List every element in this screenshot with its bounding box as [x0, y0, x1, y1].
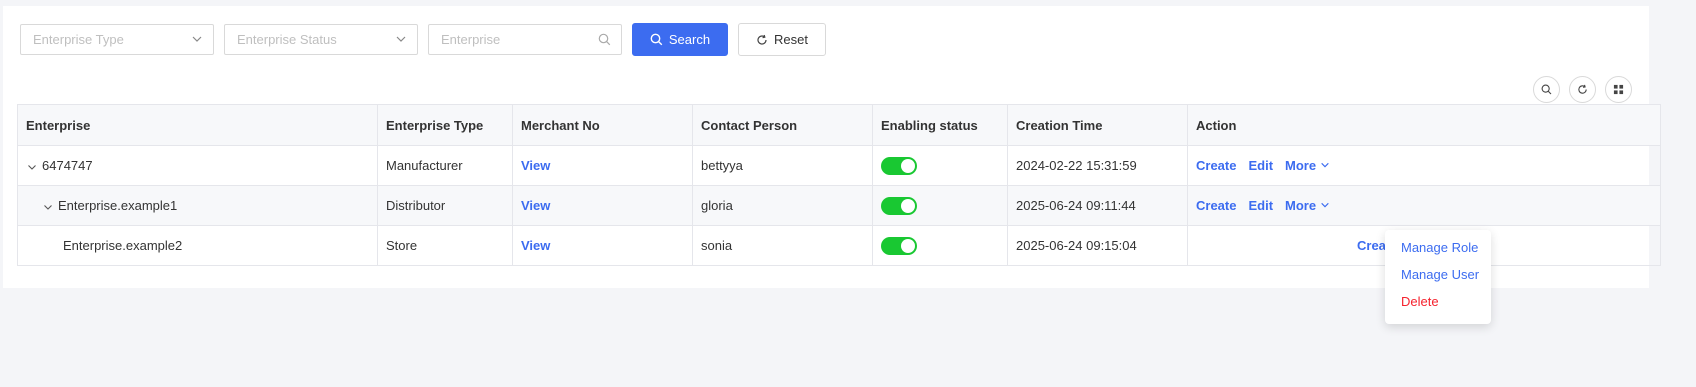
manage-user-menu-item[interactable]: Manage User [1385, 261, 1491, 288]
chevron-down-icon [1320, 202, 1329, 208]
create-link[interactable]: Crea [1357, 238, 1386, 253]
created-cell: 2025-06-24 09:11:44 [1007, 185, 1188, 226]
column-header-type: Enterprise Type [377, 104, 513, 146]
column-header-created: Creation Time [1007, 104, 1188, 146]
grid-icon [1613, 84, 1624, 95]
column-header-merchant: Merchant No [512, 104, 693, 146]
table-toolbar [1533, 76, 1632, 103]
more-dropdown-trigger[interactable]: More [1285, 158, 1330, 173]
search-icon [650, 33, 663, 46]
filter-bar: Enterprise Type Enterprise Status Enterp… [20, 23, 826, 56]
status-cell [872, 185, 1008, 226]
enterprise-type-cell: Distributor [377, 185, 513, 226]
enterprise-status-placeholder: Enterprise Status [237, 32, 337, 47]
action-cell: Create Edit More [1187, 145, 1661, 186]
chevron-down-icon [396, 36, 406, 42]
merchant-cell: View [512, 185, 693, 226]
enterprise-search-input[interactable]: Enterprise [428, 24, 622, 55]
reset-button-label: Reset [774, 32, 808, 47]
column-header-enterprise: Enterprise [17, 104, 378, 146]
enterprise-name: 6474747 [42, 158, 93, 173]
more-dropdown-menu: Manage Role Manage User Delete [1385, 230, 1491, 324]
delete-menu-item[interactable]: Delete [1385, 288, 1491, 315]
enterprise-name: Enterprise.example2 [63, 238, 183, 253]
enabling-status-toggle[interactable] [881, 156, 917, 175]
merchant-view-link[interactable]: View [521, 158, 550, 173]
edit-link[interactable]: Edit [1248, 198, 1273, 213]
action-cell: Create Edit More [1187, 185, 1661, 226]
enterprise-status-select[interactable]: Enterprise Status [224, 24, 418, 55]
merchant-cell: View [512, 145, 693, 186]
table-row: Enterprise.example1 Distributor View glo… [17, 185, 1661, 226]
refresh-icon [757, 34, 767, 45]
column-header-action: Action [1187, 104, 1661, 146]
contact-cell: gloria [692, 185, 873, 226]
enterprise-cell: 6474747 [17, 145, 378, 186]
toggle-search-button[interactable] [1533, 76, 1560, 103]
enabling-status-toggle[interactable] [881, 236, 917, 255]
enterprise-type-placeholder: Enterprise Type [33, 32, 124, 47]
edit-link[interactable]: Edit [1248, 158, 1273, 173]
contact-cell: sonia [692, 225, 873, 266]
chevron-down-icon [1320, 162, 1329, 168]
table-header-row: Enterprise Enterprise Type Merchant No C… [17, 104, 1661, 146]
enterprise-input-placeholder: Enterprise [441, 32, 501, 47]
search-button[interactable]: Search [632, 23, 728, 56]
enterprise-type-cell: Manufacturer [377, 145, 513, 186]
enterprise-type-select[interactable]: Enterprise Type [20, 24, 214, 55]
search-icon [598, 33, 611, 46]
chevron-down-icon [192, 36, 202, 42]
status-cell [872, 145, 1008, 186]
more-label: More [1285, 198, 1317, 213]
merchant-view-link[interactable]: View [521, 238, 550, 253]
column-settings-button[interactable] [1605, 76, 1632, 103]
more-label: More [1285, 158, 1317, 173]
more-dropdown-trigger[interactable]: More [1285, 198, 1330, 213]
merchant-view-link[interactable]: View [521, 198, 550, 213]
search-button-label: Search [668, 32, 711, 47]
column-header-status: Enabling status [872, 104, 1008, 146]
create-link[interactable]: Create [1196, 158, 1236, 173]
column-header-contact: Contact Person [692, 104, 873, 146]
enterprise-cell: Enterprise.example1 [17, 185, 378, 226]
create-link[interactable]: Create [1196, 198, 1236, 213]
created-cell: 2024-02-22 15:31:59 [1007, 145, 1188, 186]
status-cell [872, 225, 1008, 266]
chevron-down-icon[interactable] [26, 161, 38, 173]
table-row: 6474747 Manufacturer View bettyya 2024-0… [17, 145, 1661, 186]
chevron-down-icon[interactable] [42, 201, 54, 213]
merchant-cell: View [512, 225, 693, 266]
enterprise-cell: Enterprise.example2 [17, 225, 378, 266]
enterprise-name: Enterprise.example1 [58, 198, 178, 213]
contact-cell: bettyya [692, 145, 873, 186]
search-icon [1541, 84, 1552, 95]
reset-button[interactable]: Reset [738, 23, 826, 56]
enterprise-type-cell: Store [377, 225, 513, 266]
created-cell: 2025-06-24 09:15:04 [1007, 225, 1188, 266]
refresh-icon [1578, 84, 1587, 94]
enabling-status-toggle[interactable] [881, 196, 917, 215]
refresh-table-button[interactable] [1569, 76, 1596, 103]
manage-role-menu-item[interactable]: Manage Role [1385, 234, 1491, 261]
